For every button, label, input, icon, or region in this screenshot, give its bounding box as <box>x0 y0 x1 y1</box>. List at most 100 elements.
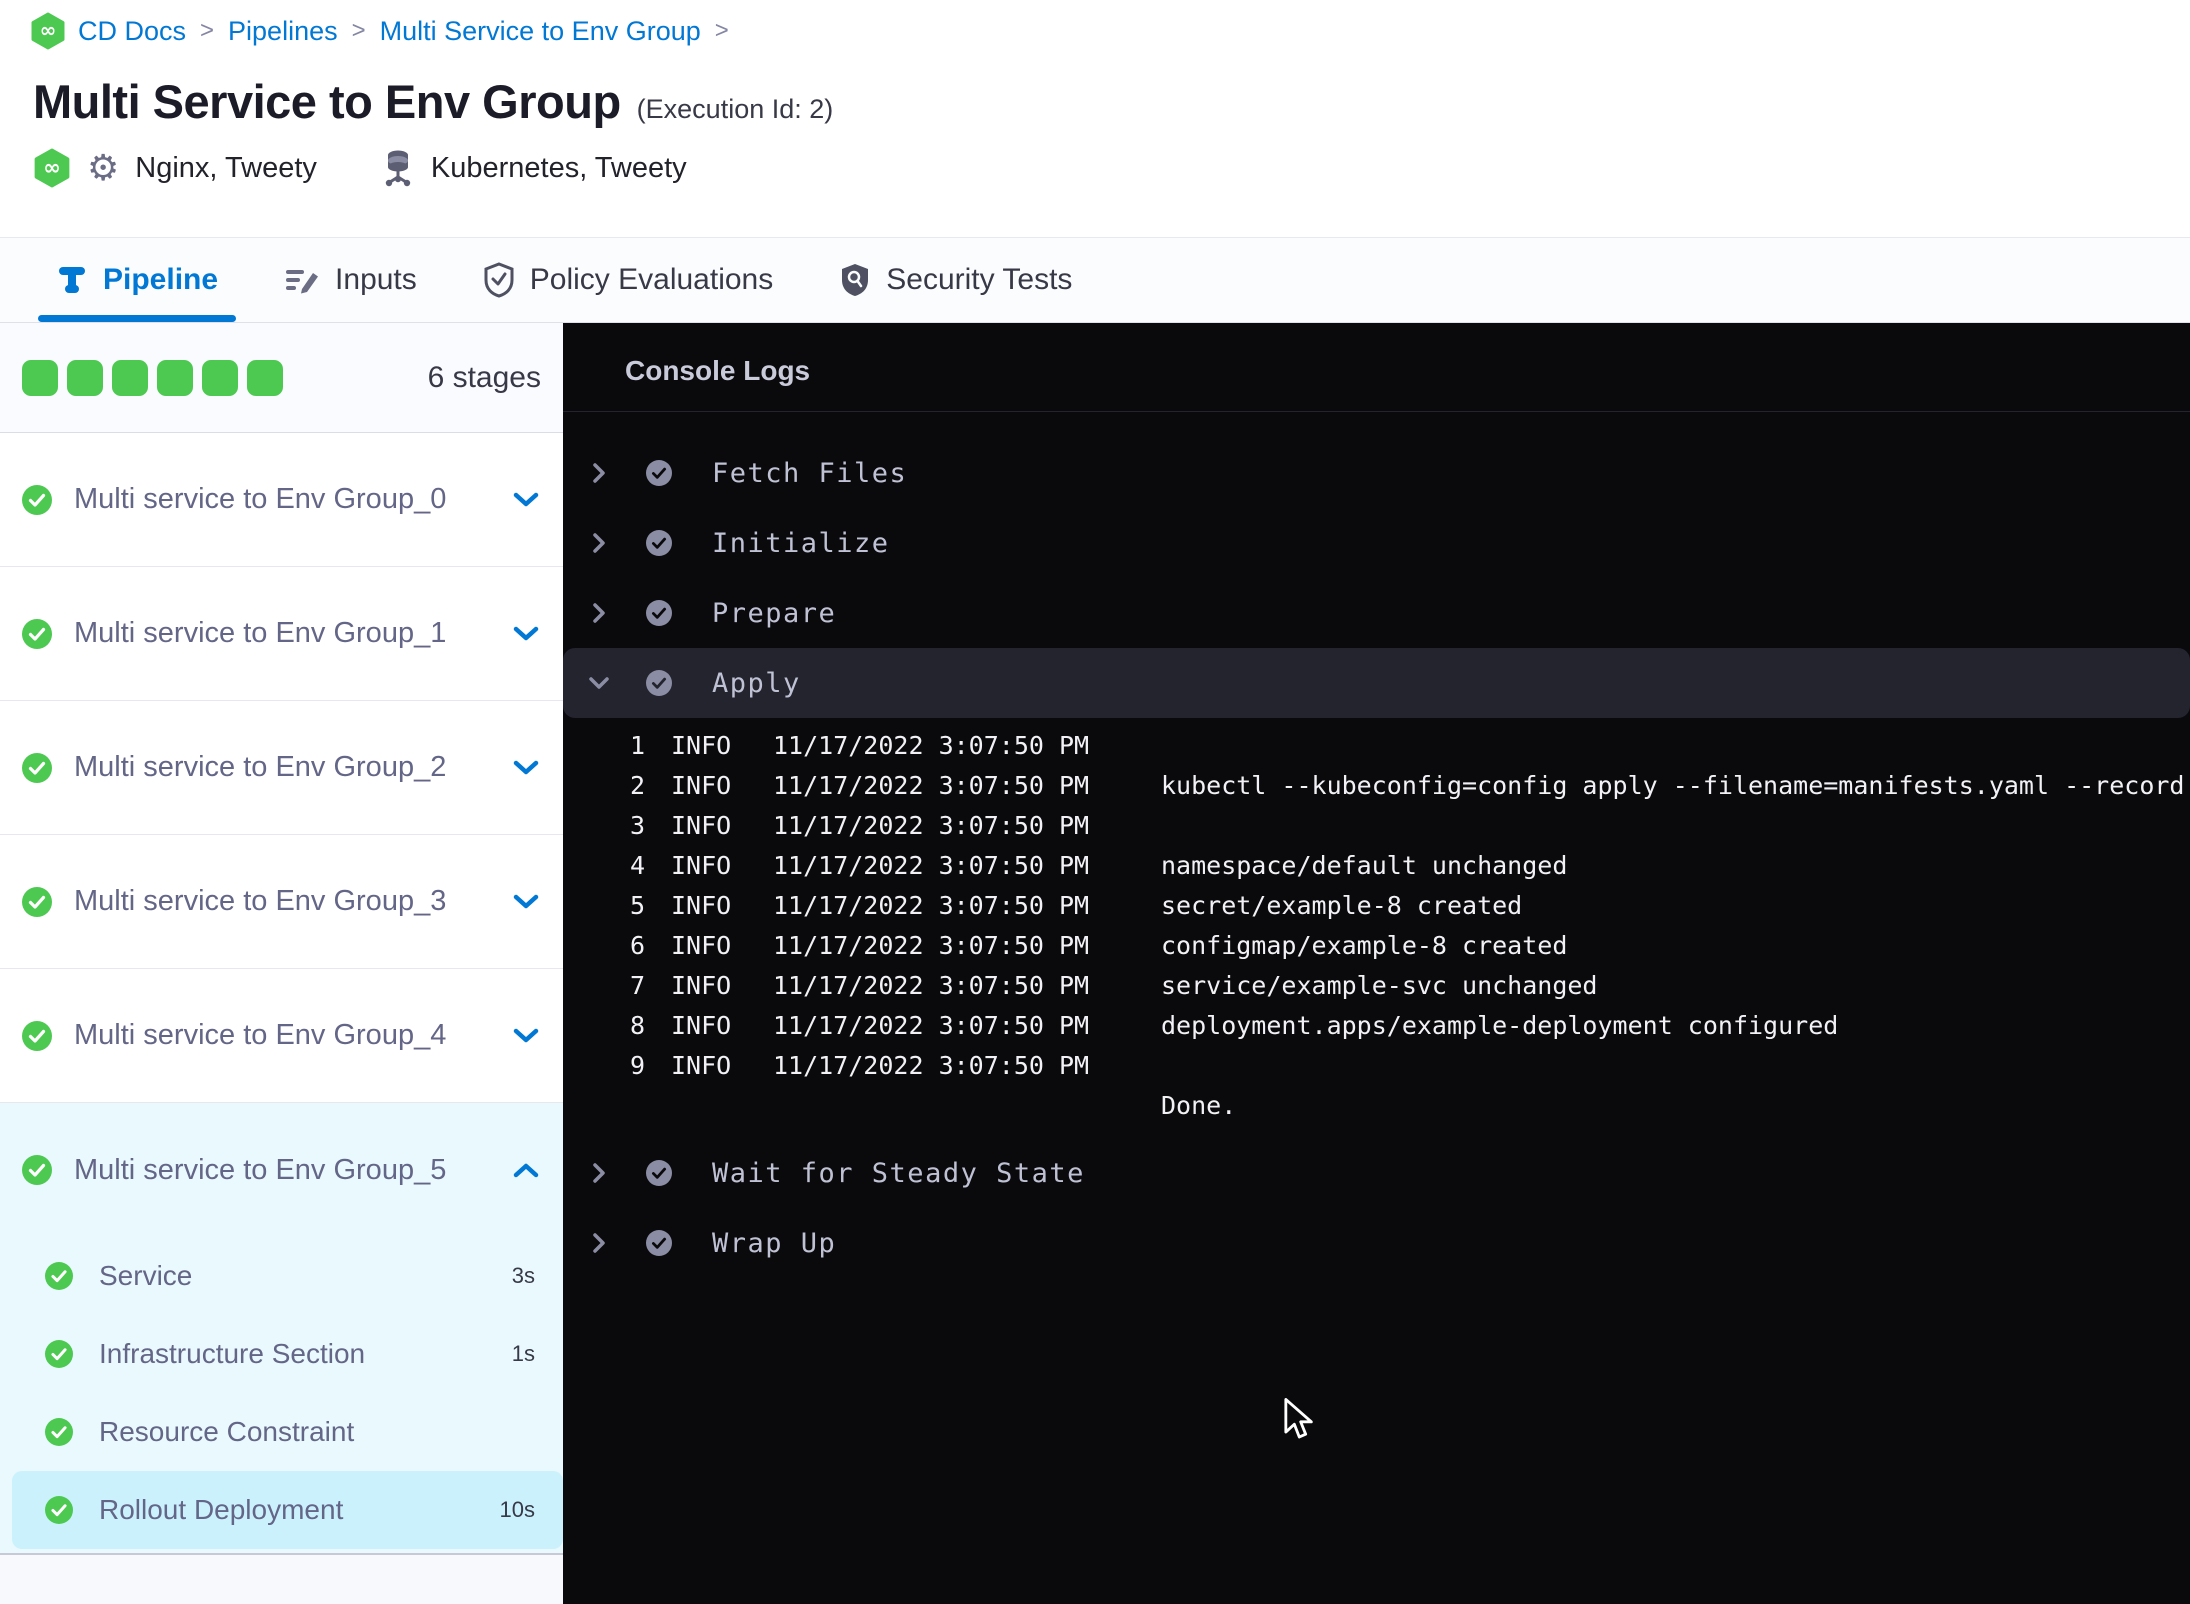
environment-server-icon <box>385 150 411 187</box>
log-line-number: 2 <box>629 771 645 800</box>
log-block-apply: 1 INFO 11/17/2022 3:07:50 PM 2 INFO 11/17/20… <box>563 718 2190 1138</box>
log-level: INFO <box>671 1051 732 1080</box>
success-check-icon <box>22 1020 52 1051</box>
breadcrumb-separator-icon: > <box>200 17 215 44</box>
log-line-number: 8 <box>629 1011 645 1040</box>
console-section-initialize[interactable]: Initialize <box>563 508 2190 578</box>
stage-square[interactable] <box>247 359 283 396</box>
log-line-number: 3 <box>629 811 645 840</box>
step-label: Service <box>99 1260 193 1291</box>
tab-label: Pipeline <box>103 263 219 296</box>
success-check-icon <box>45 1418 73 1446</box>
log-message: namespace/default unchanged <box>1161 851 1568 880</box>
console-section-fetch-files[interactable]: Fetch Files <box>563 438 2190 508</box>
stage-square[interactable] <box>67 359 103 396</box>
tab-bar: Pipeline Inputs Policy Evaluations Secur… <box>0 237 2190 323</box>
stage-label: Multi service to Env Group_5 <box>74 1153 447 1186</box>
chevron-right-icon[interactable] <box>588 1232 610 1254</box>
breadcrumb-pipeline-name[interactable]: Multi Service to Env Group <box>380 16 701 47</box>
chevron-right-icon[interactable] <box>588 462 610 484</box>
gear-icon: ⚙ <box>87 147 120 188</box>
stage-row-4[interactable]: Multi service to Env Group_4 <box>0 969 563 1103</box>
console-body: Fetch Files Initialize Prepare Apply 1 IN… <box>563 412 2190 1278</box>
log-timestamp: 11/17/2022 3:07:50 PM <box>773 1051 1090 1080</box>
stage-square[interactable] <box>157 359 193 396</box>
chevron-down-icon[interactable] <box>513 1028 539 1044</box>
breadcrumb-pipelines[interactable]: Pipelines <box>228 16 338 47</box>
svg-text:∞: ∞ <box>43 154 61 179</box>
success-check-icon <box>646 530 672 556</box>
success-check-icon <box>646 670 672 696</box>
tab-inputs[interactable]: Inputs <box>284 238 417 322</box>
log-line-number: 5 <box>629 891 645 920</box>
chevron-down-icon[interactable] <box>513 894 539 910</box>
step-row-resource-constraint[interactable]: Resource Constraint <box>0 1393 563 1471</box>
page-title: Multi Service to Env Group <box>33 75 621 128</box>
chevron-right-icon[interactable] <box>588 532 610 554</box>
log-line-number: 7 <box>629 971 645 1000</box>
breadcrumb-cd-docs[interactable]: CD Docs <box>78 16 186 47</box>
stage-summary-bar: 6 stages <box>0 323 563 433</box>
chevron-down-icon[interactable] <box>513 492 539 508</box>
stage-row-2[interactable]: Multi service to Env Group_2 <box>0 701 563 835</box>
log-timestamp: 11/17/2022 3:07:50 PM <box>773 931 1090 960</box>
stage-label: Multi service to Env Group_0 <box>74 483 447 515</box>
chevron-right-icon[interactable] <box>588 602 610 624</box>
services-label: Nginx, Tweety <box>135 151 317 184</box>
breadcrumb: ∞ CD Docs > Pipelines > Multi Service to… <box>30 12 731 50</box>
console-section-label: Apply <box>712 667 801 699</box>
chevron-down-icon[interactable] <box>513 760 539 776</box>
log-level <box>671 1086 753 1126</box>
stage-row-3[interactable]: Multi service to Env Group_3 <box>0 835 563 969</box>
success-check-icon <box>22 618 52 649</box>
log-line-number: 9 <box>629 1051 645 1080</box>
console-section-apply[interactable]: Apply <box>563 648 2190 718</box>
stage-row-0[interactable]: Multi service to Env Group_0 <box>0 433 563 567</box>
services-group: ∞ ⚙ Nginx, Tweety <box>33 148 317 188</box>
step-row-infrastructure[interactable]: Infrastructure Section 1s <box>0 1315 563 1393</box>
shield-check-icon <box>483 262 515 298</box>
console-section-wait-for-steady-state[interactable]: Wait for Steady State <box>563 1138 2190 1208</box>
log-level: INFO <box>671 771 732 800</box>
step-row-rollout-deployment[interactable]: Rollout Deployment 10s <box>12 1471 563 1549</box>
chevron-down-icon[interactable] <box>588 676 610 690</box>
step-row-service[interactable]: Service 3s <box>0 1237 563 1315</box>
step-label: Infrastructure Section <box>99 1338 366 1369</box>
stage-square[interactable] <box>112 359 148 396</box>
log-line: 8 INFO 11/17/2022 3:07:50 PM deployment.app… <box>563 1006 2190 1046</box>
stage-label: Multi service to Env Group_3 <box>74 885 447 917</box>
tab-label: Policy Evaluations <box>529 263 774 296</box>
pipeline-execution-page: ∞ CD Docs > Pipelines > Multi Service to… <box>0 0 2190 1604</box>
step-label: Rollout Deployment <box>99 1494 344 1525</box>
success-check-icon <box>646 1160 672 1186</box>
stage-square[interactable] <box>202 359 238 396</box>
stage-square[interactable] <box>22 359 58 396</box>
log-line: 6 INFO 11/17/2022 3:07:50 PM configmap/exam… <box>563 926 2190 966</box>
chevron-right-icon[interactable] <box>588 1162 610 1184</box>
success-check-icon <box>22 752 52 783</box>
harness-link-hexagon-icon: ∞ <box>34 148 70 188</box>
console-section-prepare[interactable]: Prepare <box>563 578 2190 648</box>
environment-group: Kubernetes, Tweety <box>381 148 687 188</box>
log-message: deployment.apps/example-deployment confi… <box>1161 1011 1839 1040</box>
success-check-icon <box>45 1496 73 1524</box>
log-line: Done. <box>563 1086 2190 1126</box>
chevron-up-icon[interactable] <box>513 1162 539 1178</box>
chevron-down-icon[interactable] <box>513 626 539 642</box>
stage-row-1[interactable]: Multi service to Env Group_1 <box>0 567 563 701</box>
stage-count-label: 6 stages <box>427 360 541 394</box>
pipeline-icon <box>56 263 88 297</box>
log-timestamp: 11/17/2022 3:07:50 PM <box>773 971 1090 1000</box>
tab-pipeline[interactable]: Pipeline <box>37 238 237 322</box>
tab-label: Security Tests <box>886 263 1073 296</box>
tab-policy-evaluations[interactable]: Policy Evaluations <box>483 238 773 322</box>
stage-row-5[interactable]: Multi service to Env Group_5 <box>0 1103 563 1237</box>
log-timestamp: 11/17/2022 3:07:50 PM <box>773 811 1090 840</box>
success-check-icon <box>45 1340 73 1368</box>
console-section-label: Prepare <box>712 597 837 629</box>
step-duration: 1s <box>511 1341 535 1366</box>
step-duration: 3s <box>511 1263 535 1288</box>
console-section-wrap-up[interactable]: Wrap Up <box>563 1208 2190 1278</box>
stage-status-squares[interactable] <box>22 359 283 396</box>
tab-security-tests[interactable]: Security Tests <box>839 238 1072 322</box>
